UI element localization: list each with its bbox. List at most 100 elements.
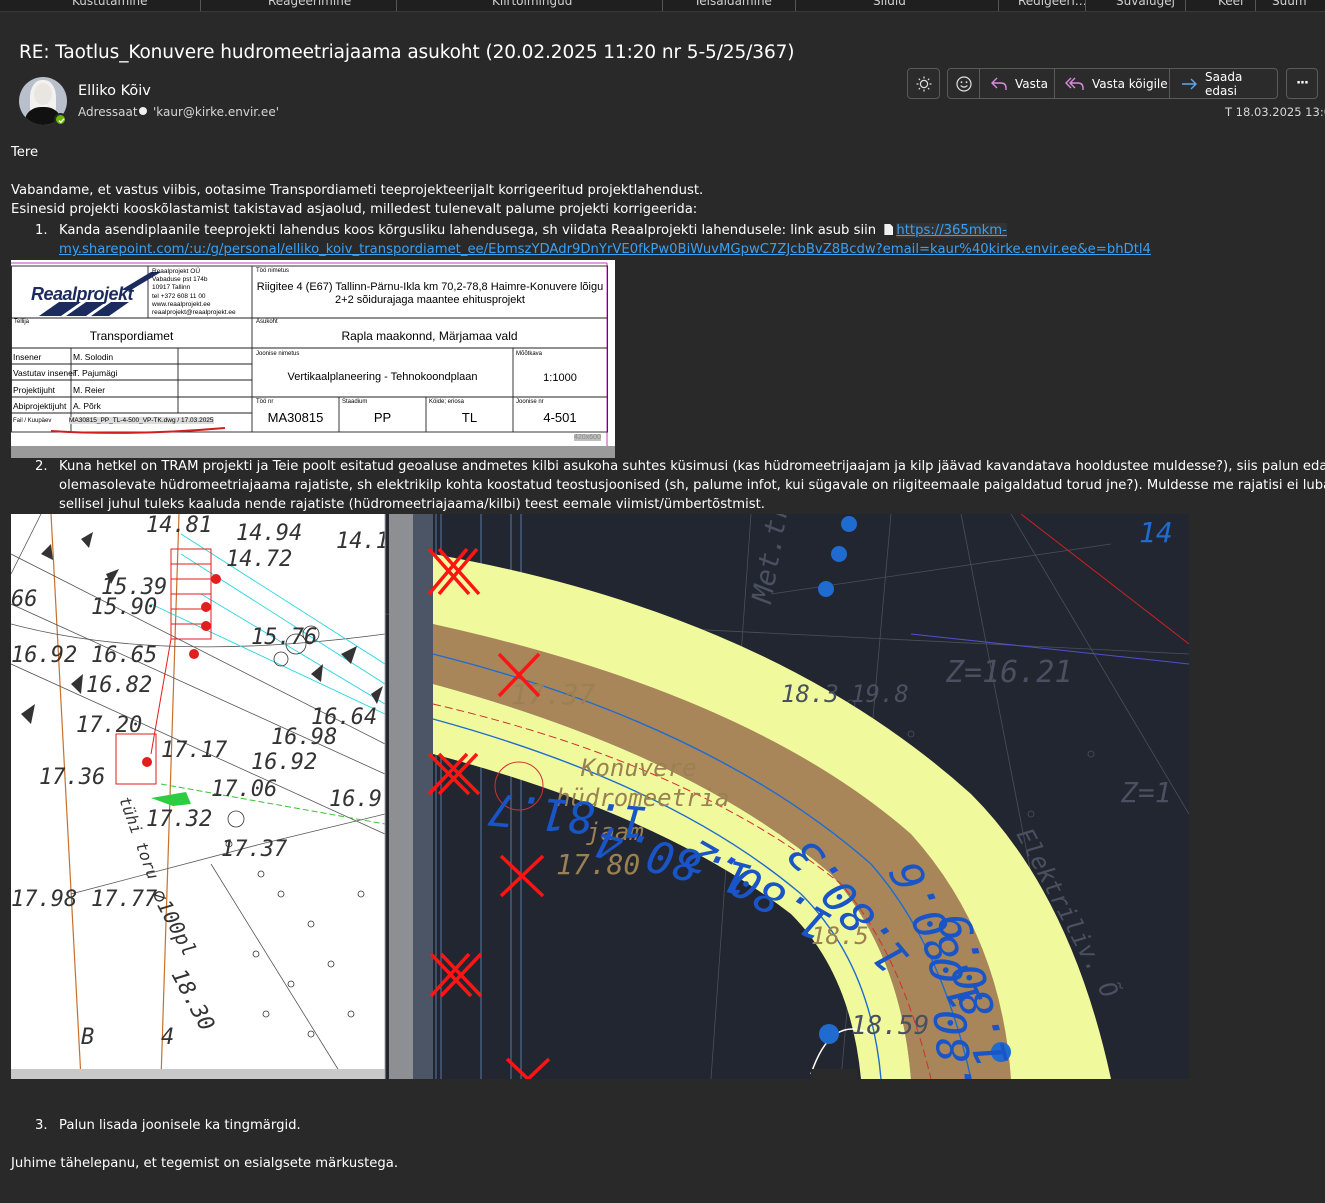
emoji-reaction-button[interactable] xyxy=(948,69,980,98)
closing-text: Juhime tähelepanu, et tegemist on esialg… xyxy=(11,1156,399,1171)
joonise-label: Joonise nimetus xyxy=(256,351,300,357)
list-item-2-line-2: olemasolevate hüdromeetriajaama rajatist… xyxy=(59,478,1325,493)
file-link-icon xyxy=(884,224,894,235)
mootkava-label: Mõõtkava xyxy=(516,351,543,357)
fail-value: MA30815_PP_TL-4-500_VP-TK.dwg / 17.03.20… xyxy=(69,417,214,424)
ribbon-item-edit[interactable]: Redigeeri… xyxy=(1018,0,1087,8)
company-info: Reaalprojekt OÜ Vabaduse pst 174b 10917 Ta… xyxy=(152,268,236,317)
joonise-nimetus: Vertikaalplaneering - Tehnokoondplaan xyxy=(287,371,478,383)
elevation-label: 16.82 xyxy=(86,673,152,698)
list-number-2: 2. xyxy=(35,459,48,474)
elevation-label: 15.76 xyxy=(251,625,317,650)
ribbon-item-quick[interactable]: Kiirtoimingud xyxy=(492,0,572,8)
elevation-label: 17.37 xyxy=(221,837,288,862)
smiley-icon xyxy=(955,75,972,92)
elevation-label: 14.72 xyxy=(226,547,292,572)
cad-label: 19.8 xyxy=(851,680,909,708)
tellija-label: Tellija xyxy=(14,319,30,325)
sharepoint-link[interactable]: https://365mkm- xyxy=(896,223,1007,238)
ribbon-item-zoom[interactable]: Suum xyxy=(1272,0,1307,8)
elevation-label: 16.92 xyxy=(11,643,77,668)
mootkava: 1:1000 xyxy=(543,372,577,384)
ribbon-item-react[interactable]: Reageerimine xyxy=(268,0,351,8)
reply-actions-group: Vasta Vasta kõigile Saada edasi xyxy=(947,68,1278,99)
role-label: Abiprojektijuht xyxy=(13,401,67,411)
elevation-label: 14.1 xyxy=(336,529,389,554)
role-label: Vastutav insener xyxy=(13,368,76,378)
ribbon-item-delete[interactable]: Kustutamine xyxy=(72,0,148,8)
too-nimetus-label: Töö nimetus xyxy=(256,268,290,274)
forward-button[interactable]: Saada edasi xyxy=(1170,69,1277,98)
list-item-1-text: Kanda asendiplaanile teeprojekti lahendu… xyxy=(59,223,877,238)
reply-label: Vasta xyxy=(1015,76,1048,91)
joonise-nr: 4-501 xyxy=(543,410,577,425)
immersive-reader-button[interactable] xyxy=(907,68,940,99)
sun-icon xyxy=(916,76,931,91)
elevation-label: 66 xyxy=(11,587,38,612)
asukoht-label: Asukoht xyxy=(256,319,278,325)
sender-name[interactable]: Elliko Kõiv xyxy=(78,83,151,99)
paper-size-stamp: 420x600 xyxy=(574,434,601,441)
cad-letter: 4 xyxy=(161,1025,174,1050)
ribbon-item-move[interactable]: Teisaldamine xyxy=(694,0,772,8)
greeting: Tere xyxy=(11,145,39,160)
too-nimetus: Riigitee 4 (E67) Tallinn-Pärnu-Ikla km 7… xyxy=(256,281,604,306)
elevation-label: 14.94 xyxy=(236,521,302,546)
list-item-1: Kanda asendiplaanile teeprojekti lahendu… xyxy=(59,223,1007,238)
forward-arrow-icon xyxy=(1180,76,1198,92)
elevation-label: 16.92 xyxy=(251,750,317,775)
fail-label: Fail / Kuupäev xyxy=(13,418,52,424)
elevation-label: 15.90 xyxy=(91,595,157,620)
title-block-image: Reaalprojekt Reaalprojekt OÜ Vabaduse pst… xyxy=(11,260,615,458)
reply-button[interactable]: Vasta xyxy=(980,69,1055,98)
elevation-label: 16.9 xyxy=(329,787,382,812)
cad-label: Z=16.21 xyxy=(945,655,1072,690)
list-number-3: 3. xyxy=(35,1118,48,1133)
cad-drawing: 14.81 14.94 14.72 14.1 15.39 15.90 66 15… xyxy=(11,514,1189,1079)
cad-label: Z=1 xyxy=(1120,776,1172,809)
ribbon-item-reader[interactable]: Suvalugej xyxy=(1116,0,1175,8)
cad-label: 18.59 xyxy=(851,1011,929,1041)
reply-all-button[interactable]: Vasta kõigile xyxy=(1055,69,1170,98)
sharepoint-link-cont[interactable]: my.sharepoint.com/:u:/g/personal/elliko_… xyxy=(59,242,1151,257)
role-label: Projektijuht xyxy=(13,385,56,395)
forward-label: Saada edasi xyxy=(1205,69,1243,98)
role-label: Insener xyxy=(13,352,42,362)
sharepoint-link-url[interactable]: my.sharepoint.com/:u:/g/personal/elliko_… xyxy=(59,242,1151,257)
ribbon-bar: Kustutamine Reageerimine Kiirtoimingud T… xyxy=(0,0,1325,12)
cad-plan-image: 14.81 14.94 14.72 14.1 15.39 15.90 66 15… xyxy=(11,514,1189,1079)
too-nr: MA30815 xyxy=(267,410,324,425)
elevation-label: 17.36 xyxy=(39,765,105,790)
asukoht: Rapla maakonnd, Märjamaa vald xyxy=(341,329,518,343)
more-actions-button[interactable]: ··· xyxy=(1286,68,1318,99)
reply-arrow-icon xyxy=(990,76,1008,92)
reply-all-label: Vasta kõigile xyxy=(1092,76,1168,91)
elevation-label: 17.06 xyxy=(211,777,277,802)
cad-label: 18.3 xyxy=(781,680,839,708)
role-name: M. Reier xyxy=(73,385,106,395)
elevation-label: 16.65 xyxy=(91,643,157,668)
list-item-2-line-3: sellisel juhul tuleks kaaluda nende raja… xyxy=(59,497,765,512)
elevation-label: 16.98 xyxy=(271,725,337,750)
koide-label: Köide; eriosa xyxy=(429,399,465,405)
paragraph-1: Vabandame, et vastus viibis, ootasime Tr… xyxy=(11,183,704,198)
recipient-address[interactable]: 'kaur@kirke.envir.ee' xyxy=(153,105,279,119)
elevation-label: 17.77 xyxy=(91,887,158,912)
staadium: PP xyxy=(373,410,392,425)
staadium-label: Staadium xyxy=(342,399,368,405)
elevation-label: 14.81 xyxy=(146,514,212,538)
joonise-nr-label: Joonise nr xyxy=(516,399,544,405)
email-date: T 18.03.2025 13:02 xyxy=(1225,105,1325,119)
reaalprojekt-logo: Reaalprojekt xyxy=(31,284,134,304)
ribbon-item-tags[interactable]: Sildid xyxy=(873,0,906,8)
list-item-3: Palun lisada joonisele ka tingmärgid. xyxy=(59,1118,301,1133)
list-number-1: 1. xyxy=(35,223,48,238)
elevation-label: 17.20 xyxy=(76,713,142,738)
list-item-2-line-1: Kuna hetkel on TRAM projekti ja Teie poo… xyxy=(59,459,1325,474)
ribbon-item-language[interactable]: Keel xyxy=(1218,0,1243,8)
cad-label: 14 xyxy=(1139,516,1173,549)
elevation-label: 17.32 xyxy=(146,807,212,832)
tellija: Transpordiamet xyxy=(89,329,174,343)
email-subject: RE: Taotlus_Konuvere hudromeetriajaama a… xyxy=(19,42,795,63)
role-name: M. Solodin xyxy=(73,352,114,362)
